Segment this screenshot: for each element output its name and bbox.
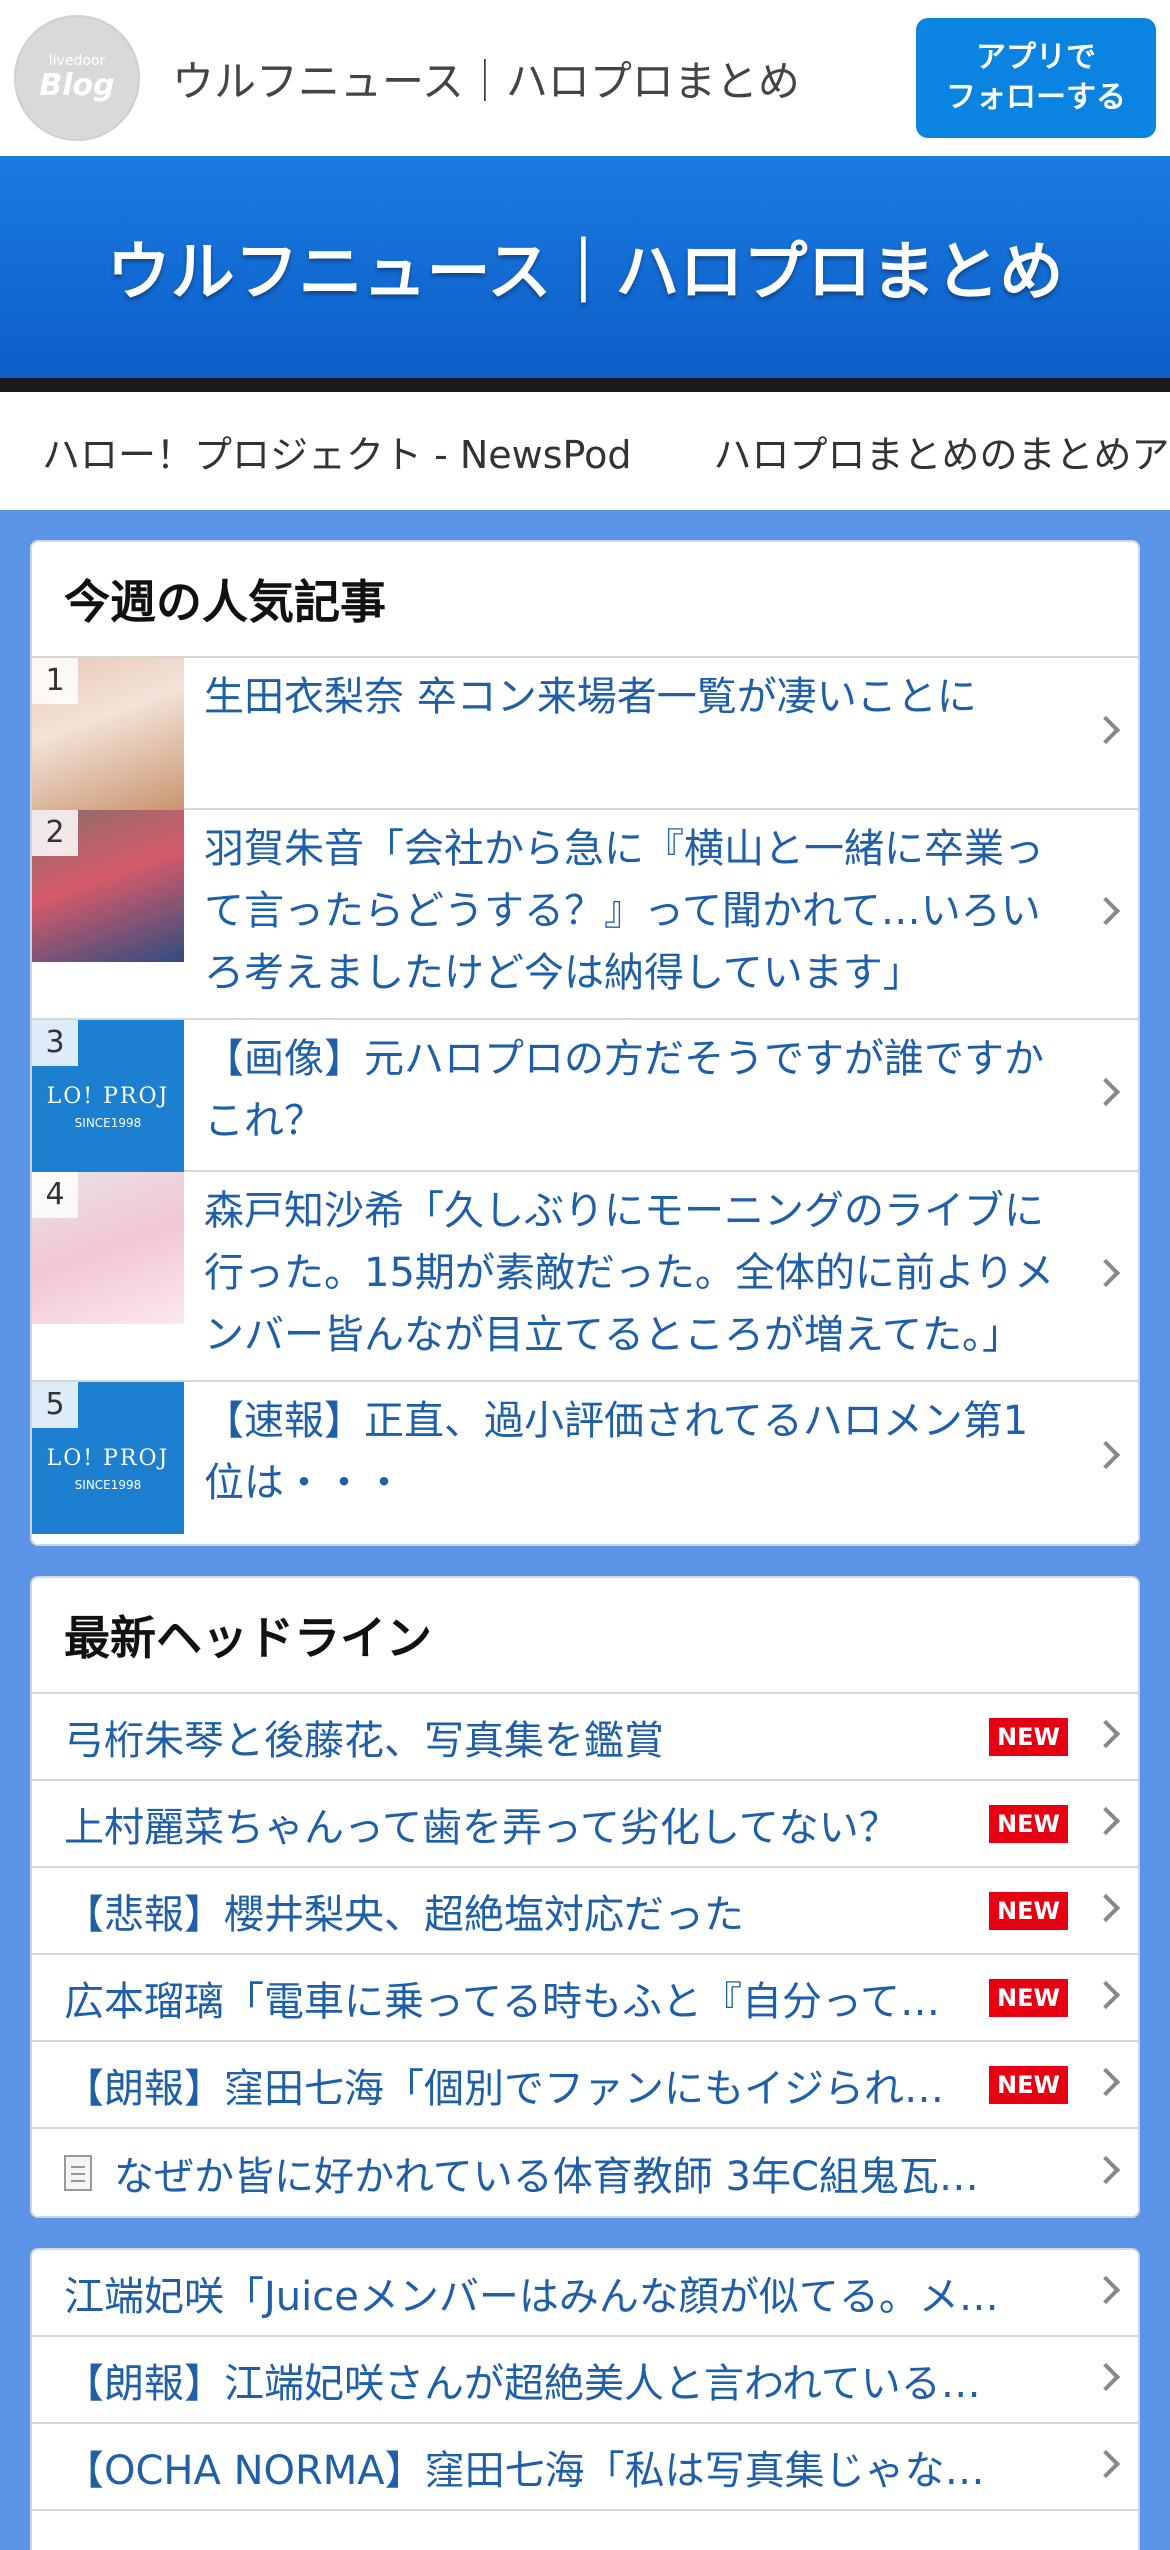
article-item[interactable]: 【朗報】江端妃咲さんが超絶美人と言われている… (32, 2337, 1138, 2424)
new-badge: NEW (989, 2065, 1068, 2104)
more-articles-card: 江端妃咲「Juiceメンバーはみんな顔が似てる。メ… 【朗報】江端妃咲さんが超絶… (30, 2248, 1140, 2550)
article-title: 江端妃咲「Juiceメンバーはみんな顔が似てる。メ… (64, 2273, 999, 2320)
site-title[interactable]: ウルフニュース｜ハロプロまとめ (172, 48, 800, 109)
headline-item[interactable]: 【朗報】窪田七海「個別でファンにもイジられ… NEW (32, 2042, 1138, 2129)
ranking-item[interactable]: 1 生田衣梨奈 卒コン来場者一覧が凄いことに (32, 658, 1138, 810)
article-title: 【朗報】江端妃咲さんが超絶美人と言われている… (64, 2360, 981, 2407)
ranking-title: 【画像】元ハロプロの方だそうですが誰ですかこれ？ (204, 1036, 1044, 1144)
headline-item[interactable]: 【悲報】櫻井梨央、超絶塩対応だった NEW (32, 1868, 1138, 1955)
chevron-right-icon (1091, 2155, 1121, 2184)
ranking-item[interactable]: LO! PROJ SINCE1998 3 【画像】元ハロプロの方だそうですが誰で… (32, 1020, 1138, 1172)
article-title: 【OCHA NORMA】窪田七海「私は写真集じゃな… (64, 2447, 985, 2494)
article-item[interactable]: 江端妃咲「Juiceメンバーはみんな顔が似てる。メ… (32, 2250, 1138, 2337)
chevron-right-icon (1091, 2275, 1121, 2304)
ranking-title: 羽賀朱音「会社から急に『横山と一緒に卒業って言ったらどうする？』って聞かれて…い… (204, 826, 1044, 996)
headlines-heading: 最新ヘッドライン (32, 1578, 1138, 1694)
headline-title: 上村麗菜ちゃんって歯を弄って劣化してない？ (64, 1804, 899, 1851)
logo-small-text: livedoor (48, 53, 106, 69)
thumb-logo-subtext: SINCE1998 (74, 1478, 142, 1492)
chevron-right-icon (1091, 1893, 1121, 1922)
new-badge: NEW (989, 1978, 1068, 2017)
livedoor-blog-logo[interactable]: livedoor Blog (14, 15, 140, 141)
chevron-right-icon (1091, 1806, 1121, 1835)
headline-item[interactable]: 広本瑠璃「電車に乗ってる時もふと『自分って… NEW (32, 1955, 1138, 2042)
chevron-right-icon (1091, 2067, 1121, 2096)
article-thumbnail: 2 (32, 810, 184, 962)
chevron-right-icon (1091, 715, 1121, 745)
logo-big-text: Blog (39, 68, 115, 103)
ranking-title: 【速報】正直、過小評価されてるハロメン第1位は・・・ (204, 1398, 1029, 1506)
thumb-logo-text: LO! PROJ (46, 1446, 170, 1471)
blog-banner[interactable]: ウルフニュース｜ハロプロまとめ (0, 156, 1170, 392)
chevron-right-icon (1091, 2449, 1121, 2478)
follow-line2: フォローする (946, 80, 1126, 115)
chevron-right-icon (1091, 1980, 1121, 2009)
chevron-right-icon (1091, 1077, 1121, 1107)
ranking-item[interactable]: 2 羽賀朱音「会社から急に『横山と一緒に卒業って言ったらどうする？』って聞かれて… (32, 810, 1138, 1020)
chevron-right-icon (1091, 896, 1121, 926)
headline-item[interactable]: 弓桁朱琴と後藤花、写真集を鑑賞 NEW (32, 1694, 1138, 1781)
article-thumbnail: 1 (32, 658, 184, 810)
follow-in-app-button[interactable]: アプリで フォローする (916, 18, 1156, 138)
related-links-strip: ハロー！プロジェクト - NewsPod ハロプロまとめのまとめア (0, 392, 1170, 510)
top-bar: livedoor Blog ウルフニュース｜ハロプロまとめ アプリで フォローす… (0, 0, 1170, 156)
ranking-title: 森戸知沙希「久しぶりにモーニングのライブに行った。15期が素敵だった。全体的に前… (204, 1188, 1055, 1358)
new-badge: NEW (989, 1717, 1068, 1756)
popular-heading: 今週の人気記事 (32, 542, 1138, 658)
banner-title: ウルフニュース｜ハロプロまとめ (106, 236, 1064, 310)
article-thumbnail: 4 (32, 1172, 184, 1324)
rank-number: 2 (32, 810, 78, 856)
headline-title: 【朗報】窪田七海「個別でファンにもイジられ… (64, 2065, 944, 2112)
rank-number: 4 (32, 1172, 78, 1218)
headline-title: 弓桁朱琴と後藤花、写真集を鑑賞 (64, 1717, 664, 1764)
ranking-title: 生田衣梨奈 卒コン来場者一覧が凄いことに (204, 674, 977, 720)
rank-number: 3 (32, 1020, 78, 1066)
document-icon (64, 2154, 92, 2191)
chevron-right-icon (1091, 2362, 1121, 2391)
related-link[interactable]: ハロー！プロジェクト - NewsPod (42, 424, 631, 479)
thumb-logo-text: LO! PROJ (46, 1084, 170, 1109)
new-badge: NEW (989, 1891, 1068, 1930)
headline-title: なぜか皆に好かれている体育教師 3年C組鬼瓦… (114, 2153, 979, 2200)
latest-headlines-card: 最新ヘッドライン 弓桁朱琴と後藤花、写真集を鑑賞 NEW 上村麗菜ちゃんって歯を… (30, 1576, 1140, 2218)
chevron-right-icon (1091, 1258, 1121, 1288)
rank-number: 1 (32, 658, 78, 704)
related-link[interactable]: ハロプロまとめのまとめア (713, 424, 1169, 479)
thumb-logo-subtext: SINCE1998 (74, 1116, 142, 1130)
follow-line1: アプリで (976, 40, 1096, 75)
headline-title: 広本瑠璃「電車に乗ってる時もふと『自分って… (64, 1978, 940, 2025)
chevron-right-icon (1091, 1719, 1121, 1748)
rank-number: 5 (32, 1382, 78, 1428)
article-thumbnail: LO! PROJ SINCE1998 5 (32, 1382, 184, 1534)
ranking-item[interactable]: LO! PROJ SINCE1998 5 【速報】正直、過小評価されてるハロメン… (32, 1382, 1138, 1534)
ranking-item[interactable]: 4 森戸知沙希「久しぶりにモーニングのライブに行った。15期が素敵だった。全体的… (32, 1172, 1138, 1382)
new-badge: NEW (989, 1804, 1068, 1843)
headline-item[interactable]: 上村麗菜ちゃんって歯を弄って劣化してない？ NEW (32, 1781, 1138, 1868)
article-thumbnail: LO! PROJ SINCE1998 3 (32, 1020, 184, 1172)
headline-item[interactable]: なぜか皆に好かれている体育教師 3年C組鬼瓦… (32, 2129, 1138, 2216)
headline-title: 【悲報】櫻井梨央、超絶塩対応だった (64, 1891, 744, 1938)
popular-articles-card: 今週の人気記事 1 生田衣梨奈 卒コン来場者一覧が凄いことに 2 羽賀朱音「会社… (30, 540, 1140, 1546)
chevron-right-icon (1091, 1440, 1121, 1470)
article-item[interactable]: 【OCHA NORMA】窪田七海「私は写真集じゃな… (32, 2424, 1138, 2511)
